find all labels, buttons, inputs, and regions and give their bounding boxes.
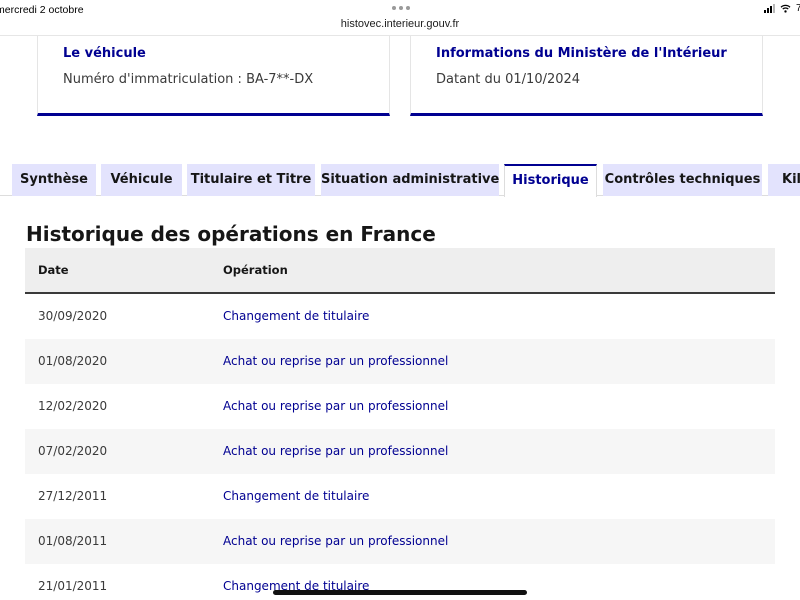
table-row: 01/08/2011 Achat ou reprise par un profe… [25, 519, 775, 564]
more-dots-icon[interactable] [392, 6, 410, 10]
history-table: Date Opération 30/09/2020 Changement de … [25, 248, 775, 600]
table-row: 30/09/2020 Changement de titulaire [25, 294, 775, 339]
home-indicator[interactable] [273, 590, 527, 595]
battery-level: 7 [796, 3, 800, 14]
table-body: 30/09/2020 Changement de titulaire 01/08… [25, 294, 775, 600]
tab-vehicule[interactable]: Véhicule [101, 164, 182, 196]
cellular-signal-icon [764, 4, 775, 13]
tab-titulaire-et-titre[interactable]: Titulaire et Titre [187, 164, 315, 196]
tab-kilometrage[interactable]: Kilo [768, 164, 800, 196]
table-row: 12/02/2020 Achat ou reprise par un profe… [25, 384, 775, 429]
row-operation-link[interactable]: Achat ou reprise par un professionnel [223, 534, 448, 548]
status-date: mercredi 2 octobre [0, 4, 84, 16]
row-date: 01/08/2020 [38, 354, 108, 368]
row-date: 07/02/2020 [38, 444, 108, 458]
page: mercredi 2 octobre 7 histovec.interieur.… [0, 0, 800, 600]
table-row: 07/02/2020 Achat ou reprise par un profe… [25, 429, 775, 474]
row-operation-link[interactable]: Achat ou reprise par un professionnel [223, 444, 448, 458]
data-date: Datant du 01/10/2024 [436, 72, 581, 87]
address-bar-url[interactable]: histovec.interieur.gouv.fr [0, 18, 800, 30]
registration-number: Numéro d'immatriculation : BA-7**-DX [63, 72, 314, 87]
wifi-icon [780, 4, 791, 13]
section-title: Historique des opérations en France [26, 222, 436, 246]
row-date: 27/12/2011 [38, 489, 108, 503]
column-header-date: Date [38, 263, 69, 277]
row-operation-link[interactable]: Changement de titulaire [223, 309, 369, 323]
row-operation-link[interactable]: Changement de titulaire [223, 489, 369, 503]
tab-historique[interactable]: Historique [504, 164, 597, 197]
column-header-operation: Opération [223, 263, 288, 277]
status-bar: mercredi 2 octobre 7 [0, 0, 800, 18]
row-date: 30/09/2020 [38, 309, 108, 323]
table-row: 27/12/2011 Changement de titulaire [25, 474, 775, 519]
table-header: Date Opération [25, 248, 775, 294]
ministry-card-title: Informations du Ministère de l'Intérieur [436, 46, 727, 61]
table-row: 01/08/2020 Achat ou reprise par un profe… [25, 339, 775, 384]
vehicle-card-title: Le véhicule [63, 46, 146, 61]
tab-situation-administrative[interactable]: Situation administrative [321, 164, 499, 196]
row-date: 12/02/2020 [38, 399, 108, 413]
row-date: 21/01/2011 [38, 579, 108, 593]
vehicle-card: Le véhicule Numéro d'immatriculation : B… [37, 36, 390, 116]
row-date: 01/08/2011 [38, 534, 108, 548]
row-operation-link[interactable]: Achat ou reprise par un professionnel [223, 354, 448, 368]
status-indicators: 7 [764, 3, 800, 14]
tab-list: Synthèse Véhicule Titulaire et Titre Sit… [0, 164, 800, 197]
tab-controles-techniques[interactable]: Contrôles techniques [603, 164, 762, 196]
tab-synthese[interactable]: Synthèse [12, 164, 96, 196]
row-operation-link[interactable]: Achat ou reprise par un professionnel [223, 399, 448, 413]
ministry-card: Informations du Ministère de l'Intérieur… [410, 36, 763, 116]
